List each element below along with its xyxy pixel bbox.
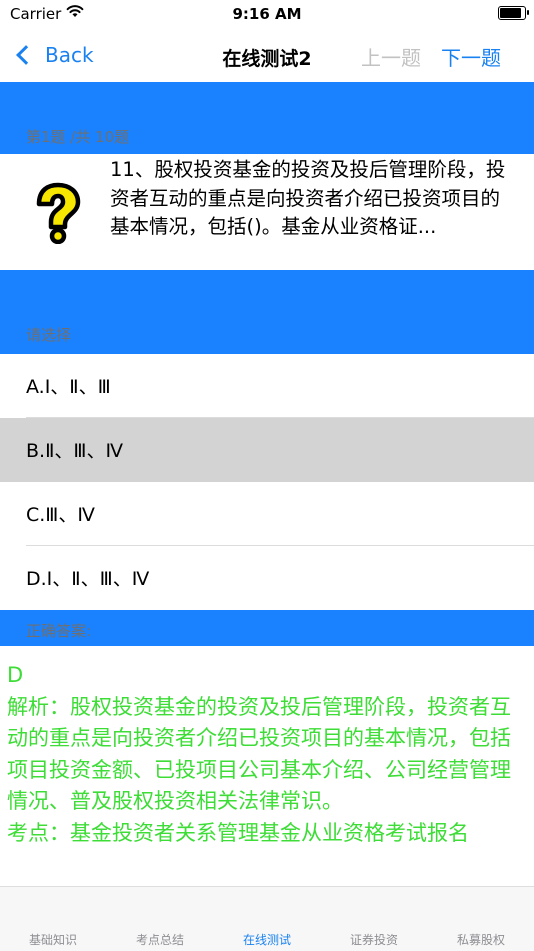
answer-text: D 解析：股权投资基金的投资及投后管理阶段，投资者互动的重点是向投资者介绍已投资… [7, 663, 511, 845]
option-c[interactable]: C.Ⅲ、Ⅳ [0, 482, 534, 546]
question-card: 11、股权投资基金的投资及投后管理阶段，投资者互动的重点是向投资者介绍已投资项目… [0, 154, 534, 270]
answer-header: 正确答案: [26, 622, 92, 640]
tab-private-equity[interactable]: 私募股权 [428, 931, 534, 948]
tab-key-points[interactable]: 考点总结 [107, 931, 213, 948]
battery-icon [498, 6, 529, 20]
status-bar: Carrier 9:16 AM [0, 0, 534, 30]
option-label: D.Ⅰ、Ⅱ、Ⅲ、Ⅳ [26, 568, 150, 590]
option-label: B.Ⅱ、Ⅲ、Ⅳ [26, 440, 124, 462]
previous-question-button[interactable]: 上一题 [361, 42, 421, 71]
option-a[interactable]: A.Ⅰ、Ⅱ、Ⅲ [0, 354, 534, 418]
question-text: 11、股权投资基金的投资及投后管理阶段，投资者互动的重点是向投资者介绍已投资项目… [110, 158, 506, 238]
question-mark-icon [36, 182, 81, 244]
option-label: C.Ⅲ、Ⅳ [26, 504, 95, 526]
choose-prompt-band: 请选择 [0, 270, 534, 354]
tab-securities-investment[interactable]: 证券投资 [321, 931, 427, 948]
question-counter-band: 第1题 /共 10题 [0, 82, 534, 154]
answer-explanation[interactable]: D 解析：股权投资基金的投资及投后管理阶段，投资者互动的重点是向投资者介绍已投资… [0, 646, 534, 886]
chevron-left-icon [16, 45, 36, 65]
option-label: A.Ⅰ、Ⅱ、Ⅲ [26, 376, 111, 398]
back-label: Back [45, 43, 94, 67]
choose-prompt: 请选择 [26, 326, 72, 344]
back-button[interactable]: Back [14, 38, 94, 72]
option-d[interactable]: D.Ⅰ、Ⅱ、Ⅲ、Ⅳ [0, 546, 534, 610]
tab-bar: 基础知识 考点总结 在线测试 证券投资 私募股权 [0, 886, 534, 951]
status-time: 9:16 AM [232, 5, 302, 23]
answer-header-band: 正确答案: [0, 610, 534, 646]
tab-online-test[interactable]: 在线测试 [214, 931, 320, 948]
tab-basic-knowledge[interactable]: 基础知识 [0, 931, 106, 948]
question-counter: 第1题 /共 10题 [26, 128, 130, 146]
option-b[interactable]: B.Ⅱ、Ⅲ、Ⅳ [0, 418, 534, 482]
next-question-button[interactable]: 下一题 [441, 42, 501, 71]
navigation-bar: Back 在线测试2 上一题 下一题 [0, 30, 534, 82]
